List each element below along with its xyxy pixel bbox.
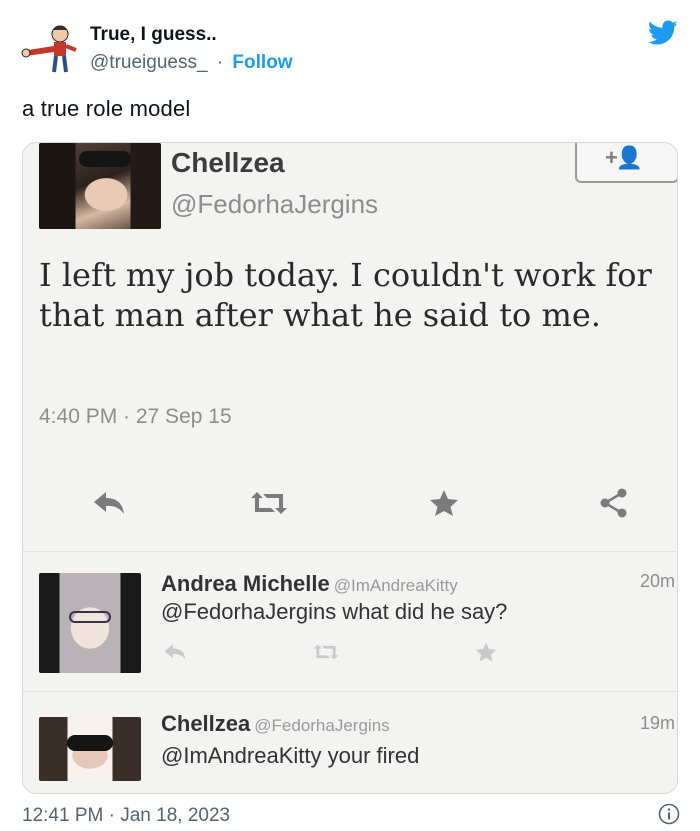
tweet-timestamp[interactable]: 12:41 PM · Jan 18, 2023 [22, 805, 230, 827]
tweet-text: a true role model [22, 96, 191, 121]
author-avatar[interactable] [20, 20, 78, 74]
favorite-icon [419, 483, 469, 523]
reply-icon [81, 483, 137, 523]
screenshot-author-name: Chellzea [171, 147, 285, 178]
author-name[interactable]: True, I guess.. [90, 24, 217, 46]
author-handle-row: @trueiguess_ · Follow [90, 52, 293, 74]
favorite-icon [475, 642, 497, 662]
info-icon[interactable] [658, 803, 680, 825]
avatar [39, 143, 161, 229]
follow-button[interactable]: Follow [232, 52, 292, 73]
reply-author: Andrea Michelle @ImAndreaKitty [161, 571, 458, 597]
reply-time: 20m [639, 571, 675, 591]
reply-author-name: Chellzea [161, 711, 251, 736]
separator-dot: · [216, 52, 224, 73]
screenshot-tweet-time: 4:40 PM · 27 Sep 15 [39, 405, 232, 428]
avatar [39, 573, 141, 673]
retweet-icon [237, 483, 301, 523]
reply-author-handle: @FedorhaJergins [254, 716, 390, 735]
reply-author: Chellzea @FedorhaJergins [161, 711, 390, 737]
reply-author-name: Andrea Michelle [161, 571, 330, 596]
screenshot-author-handle: @FedorhaJergins [171, 189, 379, 219]
retweet-icon [313, 644, 339, 660]
avatar [39, 717, 141, 781]
share-icon [589, 483, 639, 523]
screenshot-action-bar [23, 483, 677, 523]
reply-item: Chellzea @FedorhaJergins 19m @ImAndreaKit… [23, 709, 677, 789]
reply-text: @ImAndreaKitty your fired [161, 743, 420, 768]
screenshot-follow-button: +👤 [575, 143, 677, 183]
add-user-icon: +👤 [605, 145, 643, 170]
divider [23, 551, 677, 552]
screenshot-tweet-text: I left my job today. I couldn't work for… [39, 256, 652, 334]
tweet-header: True, I guess.. @trueiguess_ · Follow [20, 18, 680, 78]
divider [23, 691, 677, 692]
reply-time: 19m [639, 713, 675, 733]
reply-item: Andrea Michelle @ImAndreaKitty 20m @Fedor… [23, 569, 677, 679]
twitter-bird-icon[interactable] [648, 20, 678, 46]
reply-icon [164, 644, 186, 660]
reply-text: @FedorhaJergins what did he say? [161, 599, 508, 624]
author-handle[interactable]: @trueiguess_ [90, 52, 208, 73]
reply-author-handle: @ImAndreaKitty [333, 576, 458, 595]
attached-screenshot[interactable]: Chellzea @FedorhaJergins +👤 I left my jo… [22, 142, 678, 794]
reply-action-bar [161, 641, 581, 665]
